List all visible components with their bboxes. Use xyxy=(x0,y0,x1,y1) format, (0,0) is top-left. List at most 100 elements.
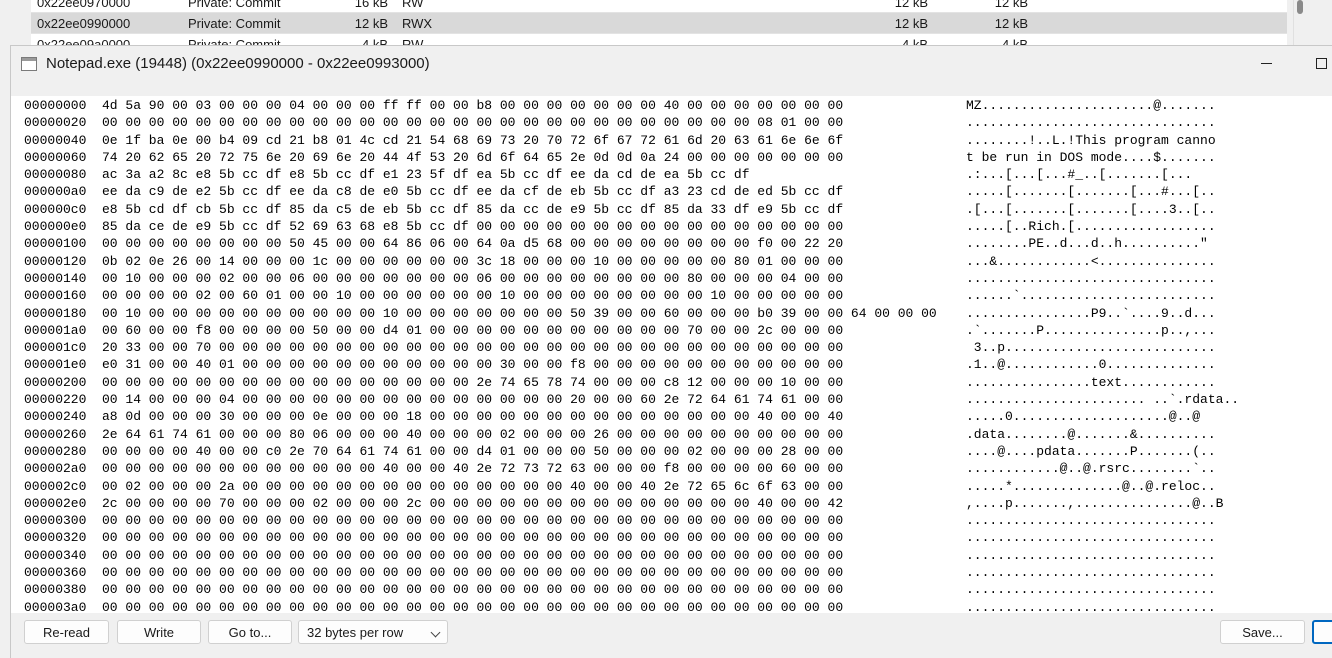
hex-offset: 00000040 xyxy=(24,132,87,148)
hex-bytes: 74 20 62 65 20 72 75 6e 20 69 6e 20 44 4… xyxy=(102,149,844,165)
hex-bytes: 00 00 00 00 40 00 00 c0 2e 70 64 61 74 6… xyxy=(102,443,844,459)
row-address: 0x22ee0970000 xyxy=(37,0,131,10)
hex-offset: 000001a0 xyxy=(24,322,87,338)
hex-ascii: ....................... ..`.rdata.. xyxy=(966,392,1240,408)
row-protection: RW xyxy=(402,0,424,10)
hex-offset: 000000e0 xyxy=(24,219,87,235)
hex-bytes: 00 14 00 00 00 04 00 00 00 00 00 00 00 0… xyxy=(102,392,844,408)
hex-offset: 00000380 xyxy=(24,582,87,598)
reread-button[interactable]: Re-read xyxy=(24,620,109,644)
hex-bytes: 00 00 00 00 00 00 00 00 00 00 00 00 00 0… xyxy=(102,582,844,598)
memory-regions-list: 0x22ee0970000 Private: Commit 16 kB RW 12 kB… xyxy=(0,0,1332,46)
hex-ascii: .[...[.......[.......[....3..[.. xyxy=(966,201,1216,217)
hex-offset: 00000340 xyxy=(24,547,87,563)
list-row[interactable]: 0x22ee0970000 Private: Commit 16 kB RW 12 kB… xyxy=(31,0,1287,13)
hex-bytes: 00 00 00 00 00 00 00 00 00 00 00 00 00 0… xyxy=(102,374,844,390)
hex-ascii: ................................ xyxy=(966,270,1216,286)
hex-bytes: 2c 00 00 00 00 70 00 00 00 02 00 00 00 2… xyxy=(102,495,844,511)
hex-ascii: t be run in DOS mode....$....... xyxy=(966,149,1216,165)
hex-offset: 00000060 xyxy=(24,149,87,165)
hex-offset: 00000160 xyxy=(24,288,87,304)
hex-offset: 00000120 xyxy=(24,253,87,269)
row-protection: RWX xyxy=(402,16,433,31)
hex-bytes: e8 5b cd df cb 5b cc df 85 da c5 de eb 5… xyxy=(102,201,844,217)
bytes-per-row-dropdown[interactable]: 32 bytes per row xyxy=(298,620,448,644)
list-scrollbar[interactable] xyxy=(1293,0,1308,46)
hex-offset: 000001c0 xyxy=(24,340,87,356)
hex-offset: 000002c0 xyxy=(24,478,87,494)
write-button[interactable]: Write xyxy=(117,620,201,644)
hex-ascii: .:...[...[...#_..[.......[... xyxy=(966,167,1193,183)
hex-offset: 000002a0 xyxy=(24,461,87,477)
hex-ascii: MZ......................@....... xyxy=(966,98,1216,113)
hex-offset: 000002e0 xyxy=(24,495,87,511)
hex-ascii: ........!..L.!This program canno xyxy=(966,132,1216,148)
hex-bytes: 00 00 00 00 00 00 00 00 00 00 00 00 00 0… xyxy=(102,599,844,613)
list-row[interactable]: 0x22ee0990000 Private: Commit 12 kB RWX 12 k… xyxy=(31,13,1287,34)
minimize-button[interactable] xyxy=(1251,52,1281,76)
close-button[interactable] xyxy=(1312,620,1332,644)
hex-bytes: 0e 1f ba 0e 00 b4 09 cd 21 b8 01 4c cd 2… xyxy=(102,132,844,148)
hex-offset: 000000a0 xyxy=(24,184,87,200)
hex-ascii: ................................ xyxy=(966,115,1216,131)
row-type: Private: Commit xyxy=(188,0,281,10)
hex-ascii: 3..p........................... xyxy=(966,340,1216,356)
hex-bytes: 00 60 00 00 f8 00 00 00 00 50 00 00 d4 0… xyxy=(102,322,844,338)
hex-ascii: .1..@............0.............. xyxy=(966,357,1216,373)
hex-offset: 00000140 xyxy=(24,270,87,286)
hex-ascii: .`.......P...............p..,... xyxy=(966,322,1216,338)
hex-ascii: ,....p.......,...............@..B xyxy=(966,495,1224,511)
hex-ascii: ................................ xyxy=(966,547,1216,563)
hex-bytes: 85 da ce de e9 5b cc df 52 69 63 68 e8 5… xyxy=(102,219,844,235)
hex-offset: 00000280 xyxy=(24,443,87,459)
hex-bytes: 00 00 00 00 00 00 00 00 00 00 00 00 00 0… xyxy=(102,565,844,581)
memory-editor-window: Notepad.exe (19448) (0x22ee0990000 - 0x2… xyxy=(10,45,1332,658)
hex-ascii: ................................ xyxy=(966,530,1216,546)
maximize-button[interactable] xyxy=(1311,52,1332,76)
hex-bytes: 0b 02 0e 26 00 14 00 00 00 1c 00 00 00 0… xyxy=(102,253,844,269)
goto-button[interactable]: Go to... xyxy=(208,620,292,644)
hex-bytes: 00 00 00 00 00 00 00 00 00 00 00 00 00 0… xyxy=(102,547,844,563)
window-title: Notepad.exe (19448) (0x22ee0990000 - 0x2… xyxy=(46,55,430,72)
hex-ascii: ....@....pdata.......P.......(.. xyxy=(966,443,1216,459)
hex-bytes: 00 10 00 00 00 02 00 00 06 00 00 00 00 0… xyxy=(102,270,844,286)
row-size: 12 kB xyxy=(354,16,388,31)
hex-offset: 00000220 xyxy=(24,392,87,408)
hex-bytes: a8 0d 00 00 00 30 00 00 00 0e 00 00 00 1… xyxy=(102,409,844,425)
hex-ascii: ........PE..d...d..h.........." xyxy=(966,236,1216,252)
hex-offset: 00000000 xyxy=(24,98,87,113)
chevron-down-icon xyxy=(430,627,441,638)
hex-bytes: 00 00 00 00 00 00 00 00 00 00 00 00 40 0… xyxy=(102,461,844,477)
hex-bytes: e0 31 00 00 40 01 00 00 00 00 00 00 00 0… xyxy=(102,357,844,373)
hex-offset: 00000100 xyxy=(24,236,87,252)
hex-offset: 00000360 xyxy=(24,565,87,581)
hex-offset: 000000c0 xyxy=(24,201,87,217)
hex-ascii: ...&............<............... xyxy=(966,253,1216,269)
bottom-toolbar: Re-read Write Go to... 32 bytes per row … xyxy=(11,613,1332,658)
hex-bytes: 00 00 00 00 00 00 00 00 00 00 00 00 00 0… xyxy=(102,513,844,529)
hex-ascii: ................P9..`....9..d... xyxy=(966,305,1216,321)
hex-offset: 00000320 xyxy=(24,530,87,546)
row-private-bytes: 12 kB xyxy=(894,16,928,31)
hex-ascii: ................................ xyxy=(966,599,1216,613)
hex-bytes: 2e 64 61 74 61 00 00 00 80 06 00 00 00 4… xyxy=(102,426,844,442)
hex-ascii: .....[.......[.......[...#...[.. xyxy=(966,184,1216,200)
hex-bytes: 00 00 00 00 00 00 00 00 00 00 00 00 00 0… xyxy=(102,115,844,131)
row-address: 0x22ee0990000 xyxy=(37,16,131,31)
hex-editor-view[interactable]: 00000000 4d 5a 90 00 03 00 00 00 04 00 00… xyxy=(11,96,1332,613)
hex-offset: 00000300 xyxy=(24,513,87,529)
hex-offset: 00000020 xyxy=(24,115,87,131)
hex-bytes: 00 00 00 00 00 00 00 00 00 00 00 00 00 0… xyxy=(102,530,844,546)
row-private-bytes: 12 kB xyxy=(894,0,928,10)
row-working-set: 12 kB xyxy=(994,0,1028,10)
title-bar: Notepad.exe (19448) (0x22ee0990000 - 0x2… xyxy=(11,46,1332,82)
hex-offset: 000003a0 xyxy=(24,599,87,613)
hex-ascii: .....*..............@..@.reloc.. xyxy=(966,478,1216,494)
hex-offset: 000001e0 xyxy=(24,357,87,373)
scrollbar-thumb[interactable] xyxy=(1297,0,1303,14)
hex-offset: 00000080 xyxy=(24,167,87,183)
hex-ascii: ......`......................... xyxy=(966,288,1216,304)
hex-ascii: ................text............ xyxy=(966,374,1216,390)
hex-bytes: 00 00 00 00 02 00 60 01 00 00 10 00 00 0… xyxy=(102,288,844,304)
save-button[interactable]: Save... xyxy=(1220,620,1305,644)
